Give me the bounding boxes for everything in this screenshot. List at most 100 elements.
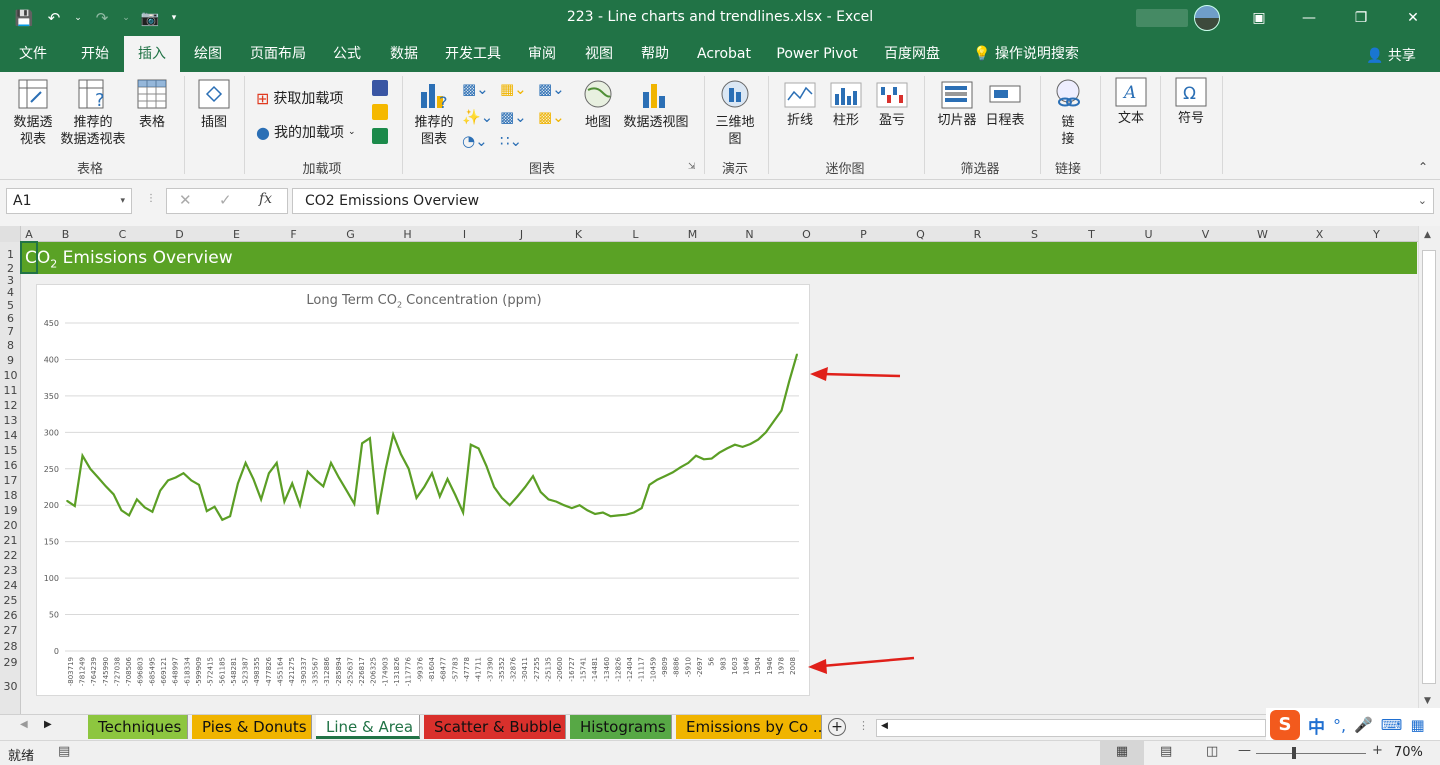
ime-menu-icon[interactable]: ▦ [1410, 716, 1424, 734]
sparkline-winloss-button[interactable]: 盈亏 [872, 82, 912, 129]
row-header[interactable]: 22 [0, 549, 21, 562]
column-header[interactable]: E [208, 228, 265, 241]
row-header[interactable]: 27 [0, 624, 21, 637]
column-header[interactable]: B [37, 228, 94, 241]
column-header[interactable]: R [949, 228, 1006, 241]
row-header[interactable]: 12 [0, 399, 21, 412]
my-addins-button[interactable]: ● 我的加载项 ⌄ [256, 122, 356, 142]
tab-power-pivot[interactable]: Power Pivot [770, 36, 864, 72]
camera-icon[interactable]: 📷 [138, 6, 162, 30]
column-header[interactable]: P [835, 228, 892, 241]
punctuation-icon[interactable]: °, [1333, 716, 1346, 735]
redo-icon[interactable]: ↷ [90, 6, 114, 30]
row-header[interactable]: 17 [0, 474, 21, 487]
row-header[interactable]: 18 [0, 489, 21, 502]
sheet-tab[interactable]: Techniques [88, 715, 188, 739]
tab-formulas[interactable]: 公式 [322, 36, 372, 72]
column-header[interactable]: T [1063, 228, 1120, 241]
row-header[interactable]: 16 [0, 459, 21, 472]
row-header[interactable]: 24 [0, 579, 21, 592]
customize-qat-icon[interactable]: ▾ [168, 6, 180, 30]
get-addins-button[interactable]: ⊞ 获取加载项 [256, 88, 343, 108]
column-header[interactable]: U [1120, 228, 1177, 241]
table-button[interactable]: 表格 [132, 78, 172, 131]
map-chart-button[interactable]: 地图 [580, 78, 616, 131]
pivotchart-button[interactable]: 数据透视图 [620, 78, 692, 131]
sparkline-line-button[interactable]: 折线 [780, 82, 820, 129]
row-header[interactable]: 20 [0, 519, 21, 532]
restore-icon[interactable]: ❐ [1336, 0, 1386, 36]
vertical-scrollbar[interactable]: ▲ ▼ [1418, 226, 1440, 714]
horizontal-scrollbar[interactable]: ◀ [876, 719, 1266, 737]
formula-input[interactable]: CO2 Emissions Overview ⌄ [292, 188, 1434, 214]
page-layout-view-icon[interactable]: ▤ [1160, 744, 1172, 759]
zoom-level[interactable]: 70% [1394, 745, 1423, 760]
column-header[interactable]: L [607, 228, 664, 241]
row-header[interactable]: 25 [0, 594, 21, 607]
row-header[interactable]: 21 [0, 534, 21, 547]
pie-chart-icon[interactable]: ◔⌄ [462, 132, 488, 150]
row-header[interactable]: 13 [0, 414, 21, 427]
row-header[interactable]: 11 [0, 384, 21, 397]
sheet-tab[interactable]: Line & Area [316, 715, 420, 739]
tab-developer[interactable]: 开发工具 [436, 36, 510, 72]
column-header[interactable]: I [436, 228, 493, 241]
zoom-out-icon[interactable]: — [1238, 743, 1251, 758]
tab-draw[interactable]: 绘图 [182, 36, 234, 72]
row-header[interactable]: 19 [0, 504, 21, 517]
column-chart-icon[interactable]: ▩⌄ [462, 80, 489, 98]
line-chart-icon[interactable]: ✨⌄ [462, 108, 493, 126]
column-header[interactable]: Q [892, 228, 949, 241]
row-header[interactable]: 28 [0, 640, 21, 653]
cancel-entry-icon[interactable]: ✕ [179, 191, 192, 209]
row-header[interactable]: 9 [0, 354, 21, 367]
sheet-tab[interactable]: Emissions by Co ... [676, 715, 822, 739]
select-all-corner[interactable] [0, 226, 21, 242]
hierarchy-chart-icon[interactable]: ▦⌄ [500, 80, 527, 98]
row-header[interactable]: 15 [0, 444, 21, 457]
scroll-up-icon[interactable]: ▲ [1424, 230, 1431, 240]
avatar[interactable] [1194, 5, 1220, 31]
tab-insert[interactable]: 插入 [124, 36, 180, 72]
row-header[interactable]: 29 [0, 656, 21, 669]
sheet-tab[interactable]: Scatter & Bubble [424, 715, 566, 739]
charts-dialog-launcher-icon[interactable]: ⇲ [688, 162, 696, 172]
visio-addin-icon[interactable] [372, 80, 388, 96]
insert-function-icon[interactable]: fx [259, 191, 272, 207]
name-box[interactable]: A1 ▾ [6, 188, 132, 214]
column-header[interactable]: N [721, 228, 778, 241]
co2-line-chart[interactable]: 0 50 100 150 200 250 300 350 400 450 -803719 -7812… [36, 284, 810, 696]
tell-me-search[interactable]: 💡 操作说明搜索 [966, 36, 1086, 72]
tab-file[interactable]: 文件 [8, 36, 58, 72]
scroll-down-icon[interactable]: ▼ [1424, 696, 1431, 706]
sheet-tab[interactable]: Pies & Donuts [192, 715, 312, 739]
undo-dropdown-icon[interactable]: ⌄ [72, 6, 84, 30]
zoom-slider-thumb[interactable] [1292, 747, 1296, 759]
vertical-scroll-thumb[interactable] [1422, 250, 1436, 684]
column-header[interactable]: C [94, 228, 151, 241]
tab-data[interactable]: 数据 [378, 36, 430, 72]
minimize-icon[interactable]: — [1284, 0, 1334, 36]
column-header[interactable]: V [1177, 228, 1234, 241]
macro-recording-icon[interactable]: ▤ [58, 744, 70, 759]
prev-sheet-icon[interactable]: ◀ [20, 719, 28, 730]
share-button[interactable]: 👤 共享 [1366, 45, 1416, 65]
combo-chart-icon[interactable]: ▩⌄ [538, 108, 565, 126]
row-header[interactable]: 4 [0, 286, 21, 299]
column-header[interactable]: M [664, 228, 721, 241]
recommended-charts-button[interactable]: ? 推荐的 图表 [410, 78, 458, 148]
sparkline-column-button[interactable]: 柱形 [826, 82, 866, 129]
scroll-left-icon[interactable]: ◀ [881, 721, 888, 731]
next-sheet-icon[interactable]: ▶ [44, 719, 52, 730]
page-break-view-icon[interactable]: ◫ [1206, 744, 1218, 759]
column-header[interactable]: O [778, 228, 835, 241]
tab-view[interactable]: 视图 [574, 36, 624, 72]
column-header[interactable]: Y [1348, 228, 1405, 241]
statistic-chart-icon[interactable]: ▩⌄ [500, 108, 527, 126]
column-header[interactable]: X [1291, 228, 1348, 241]
row-header[interactable]: 23 [0, 564, 21, 577]
pivottable-button[interactable]: 数据透 视表 [8, 78, 58, 148]
illustrations-button[interactable]: 插图 [192, 78, 236, 131]
link-button[interactable]: 链 接 [1048, 78, 1088, 148]
worksheet[interactable]: ABCDEFGHIJKLMNOPQRSTUVWXY 1 2 3 4 5 6 7 8 9 10 11 1… [0, 226, 1440, 714]
